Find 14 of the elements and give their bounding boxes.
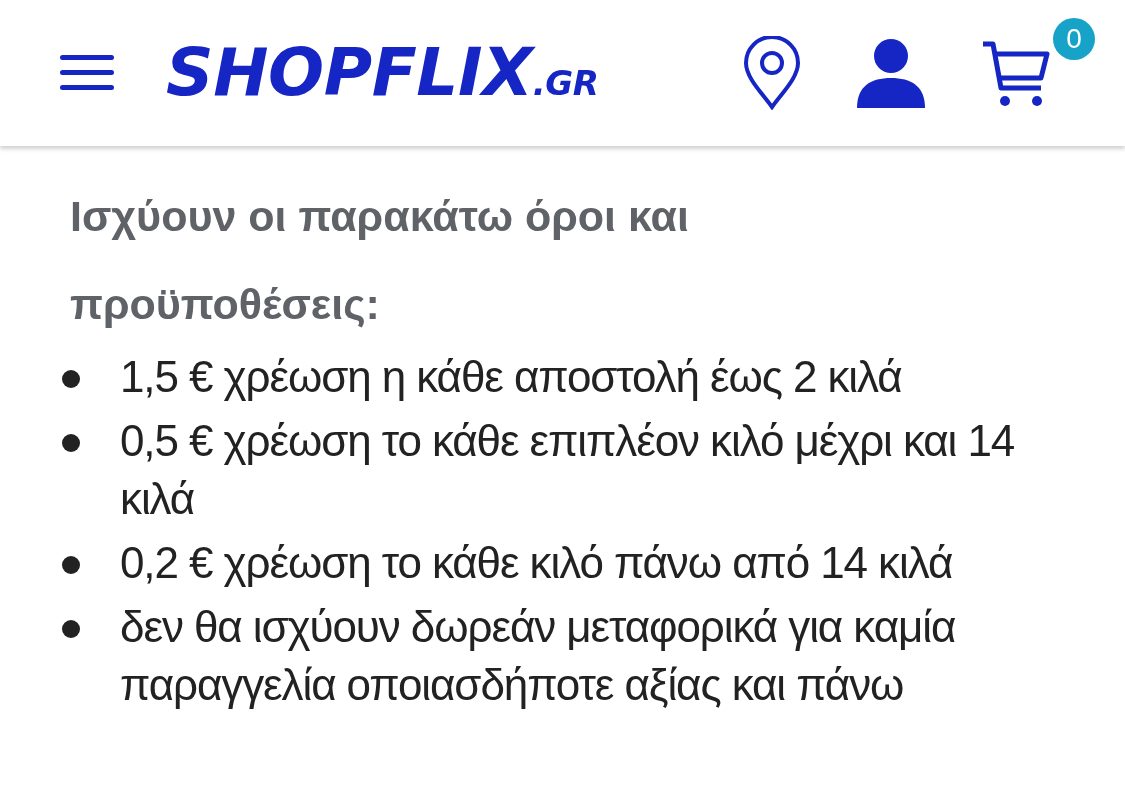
list-item-text: 0,5 € χρέωση το κάθε επιπλέον κιλό μέχρι και 14 κιλά	[120, 415, 1016, 525]
list-item-text: δεν θα ισχύουν δωρεάν μεταφορικά για καμία παραγγελία οποιασδήποτε αξίας και πάνω	[120, 601, 957, 711]
menu-icon[interactable]	[60, 55, 114, 91]
cart-count-badge: 0	[1053, 18, 1095, 60]
bullet-icon	[62, 620, 80, 638]
heading: Ισχύουν οι παρακάτω όροι και προϋποθέσεις:	[69, 191, 690, 330]
logo[interactable]: SHOPFLIX.GR	[166, 40, 599, 106]
bullet-icon	[62, 370, 80, 388]
location-pin-icon[interactable]	[743, 36, 801, 110]
list-item-text: 1,5 € χρέωση η κάθε αποστολή έως 2 κιλά	[120, 351, 902, 403]
bullet-icon	[62, 434, 80, 452]
list-item-text: 0,2 € χρέωση το κάθε κιλό πάνω από 14 κιλά	[120, 537, 953, 589]
user-icon[interactable]	[857, 38, 925, 108]
bullet-icon	[62, 556, 80, 574]
